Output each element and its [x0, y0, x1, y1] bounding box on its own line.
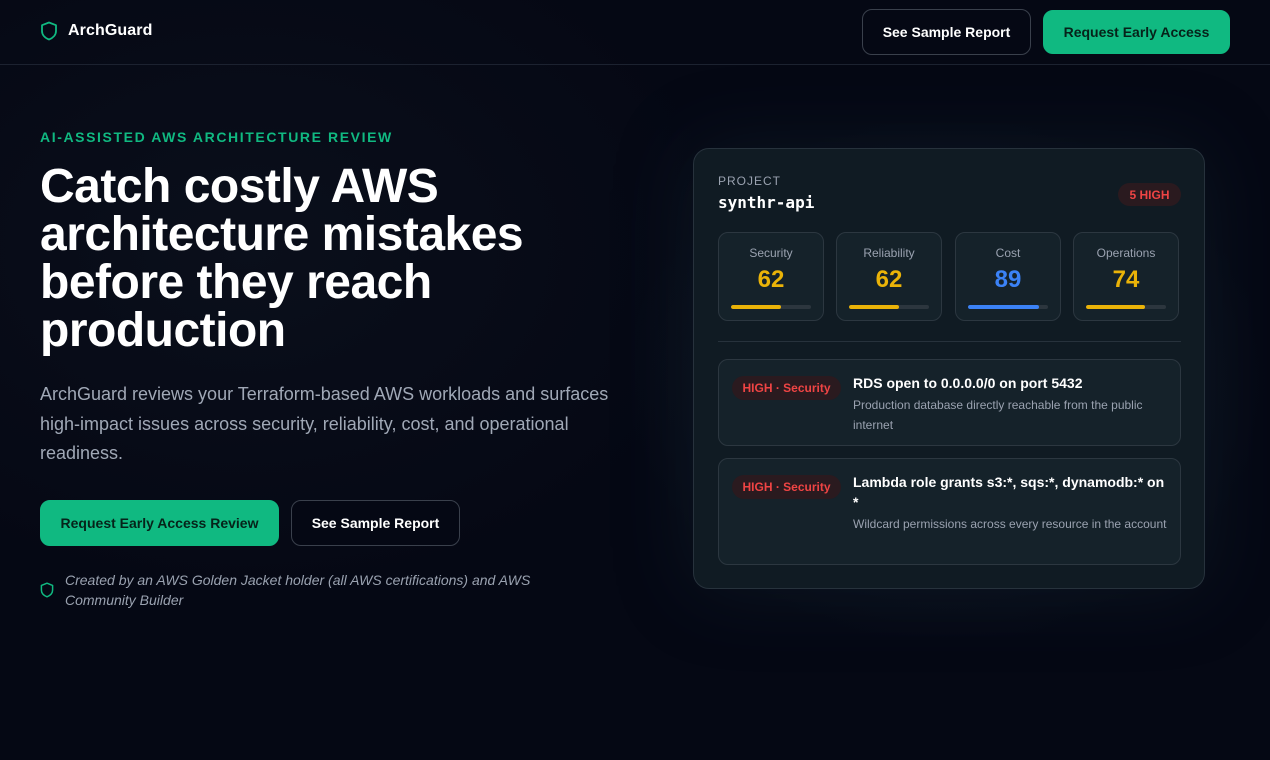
- metric-cost: Cost 89: [955, 232, 1061, 321]
- metric-label: Cost: [995, 246, 1021, 260]
- metric-progress-fill: [731, 305, 781, 309]
- severity-badge: HIGH · Security: [732, 376, 841, 400]
- metric-label: Operations: [1096, 246, 1156, 260]
- finding-title: RDS open to 0.0.0.0/0 on port 5432: [853, 375, 1083, 391]
- metric-label: Reliability: [863, 246, 915, 260]
- header-sample-report-button[interactable]: See Sample Report: [862, 9, 1031, 55]
- finding-title: Lambda role grants s3:*, sqs:*, dynamodb…: [853, 474, 1165, 510]
- metric-progress-fill: [1086, 305, 1146, 309]
- hero-eyebrow: AI-ASSISTED AWS ARCHITECTURE REVIEW: [40, 129, 393, 145]
- metric-security: Security 62: [718, 232, 824, 321]
- report-preview-card: PROJECT synthr-api 5 HIGH Security 62 Re…: [693, 148, 1205, 589]
- author-credit: Created by an AWS Golden Jacket holder (…: [40, 570, 600, 610]
- credit-text: Created by an AWS Golden Jacket holder (…: [65, 572, 531, 608]
- finding-body: RDS open to 0.0.0.0/0 on port 5432 Produ…: [853, 373, 1171, 435]
- metric-value: 74: [1112, 266, 1140, 293]
- finding-body: Lambda role grants s3:*, sqs:*, dynamodb…: [853, 472, 1171, 534]
- high-severity-count-badge: 5 HIGH: [1118, 183, 1181, 206]
- project-label: PROJECT: [718, 174, 782, 188]
- finding-description: Production database directly reachable f…: [853, 398, 1143, 432]
- metric-value: 89: [994, 266, 1022, 293]
- hero-title: Catch costly AWS architecture mistakes b…: [40, 160, 524, 357]
- finding-item[interactable]: HIGH · Security RDS open to 0.0.0.0/0 on…: [718, 359, 1181, 446]
- hero-description: ArchGuard reviews your Terraform-based A…: [40, 384, 609, 463]
- shield-icon: [40, 582, 54, 598]
- metric-progress-track: [849, 305, 929, 309]
- finding-description: Wildcard permissions across every resour…: [853, 517, 1167, 531]
- metric-value: 62: [757, 266, 785, 293]
- metric-progress-fill: [849, 305, 899, 309]
- header-request-access-button[interactable]: Request Early Access: [1043, 10, 1230, 54]
- metric-reliability: Reliability 62: [836, 232, 942, 321]
- shield-icon: [41, 21, 57, 41]
- metric-value: 62: [875, 266, 903, 293]
- severity-badge: HIGH · Security: [732, 475, 841, 499]
- metric-progress-track: [968, 305, 1048, 309]
- metric-progress-fill: [968, 305, 1040, 309]
- see-sample-report-button[interactable]: See Sample Report: [291, 500, 460, 546]
- metric-progress-track: [1086, 305, 1166, 309]
- landing-page: ArchGuard See Sample Report Request Earl…: [0, 0, 1270, 760]
- brand-name: ArchGuard: [68, 22, 153, 39]
- metric-label: Security: [749, 246, 793, 260]
- metric-operations: Operations 74: [1073, 232, 1179, 321]
- brand[interactable]: ArchGuard: [40, 21, 152, 41]
- site-header: ArchGuard See Sample Report Request Earl…: [0, 0, 1270, 65]
- card-divider: [718, 341, 1181, 342]
- project-name: synthr-api: [718, 193, 815, 212]
- metric-progress-track: [731, 305, 811, 309]
- request-early-access-review-button[interactable]: Request Early Access Review: [40, 500, 279, 546]
- finding-item[interactable]: HIGH · Security Lambda role grants s3:*,…: [718, 458, 1181, 565]
